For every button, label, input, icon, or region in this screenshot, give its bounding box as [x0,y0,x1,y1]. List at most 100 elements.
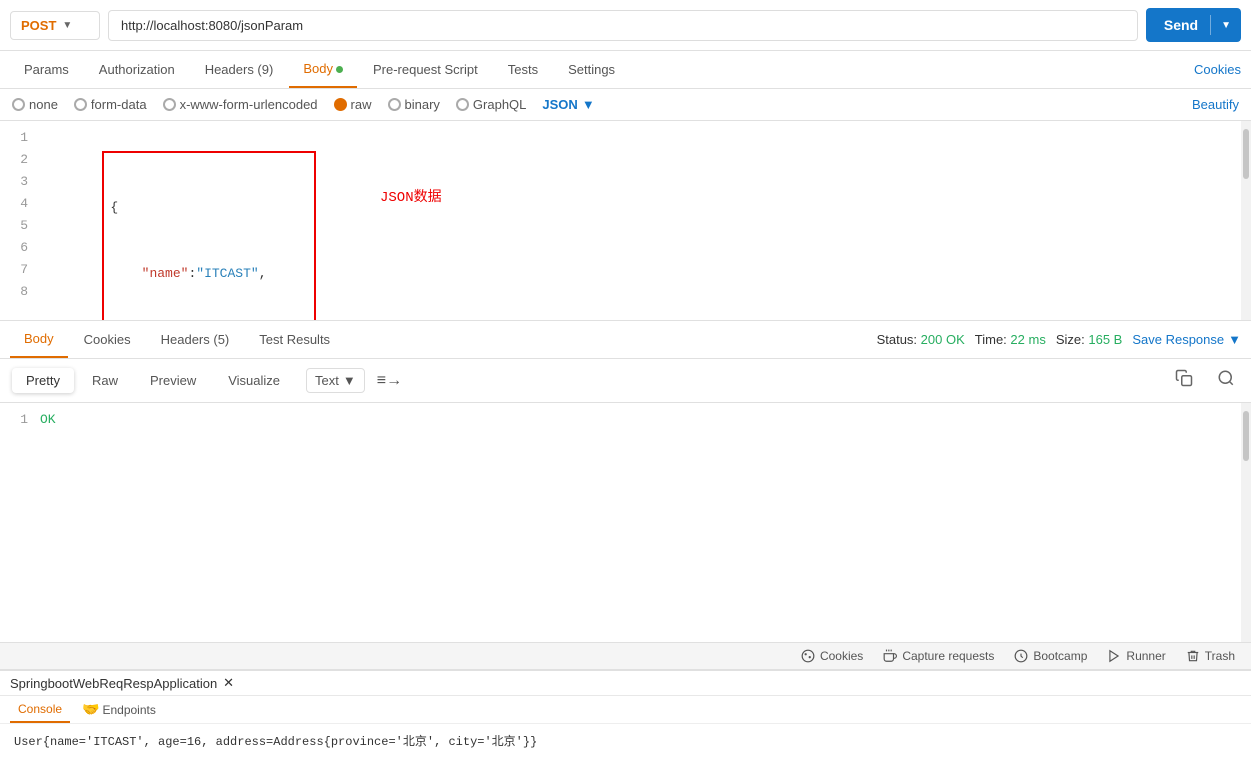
save-response-label: Save Response [1132,332,1224,347]
json-chevron-icon: ▼ [582,97,595,112]
resp-scrollbar[interactable] [1241,403,1251,642]
radio-raw-label: raw [351,97,372,112]
url-input[interactable] [108,10,1138,41]
format-pretty[interactable]: Pretty [12,368,74,393]
tab-tests[interactable]: Tests [494,52,552,87]
size-value: 165 B [1088,332,1122,347]
format-visualize[interactable]: Visualize [214,368,294,393]
send-label: Send [1164,17,1210,33]
bottom-runner[interactable]: Runner [1107,649,1165,663]
send-button[interactable]: Send ▼ [1146,8,1241,42]
cookies-link[interactable]: Cookies [1194,62,1241,77]
radio-form-data-circle [74,98,87,111]
endpoints-label: Endpoints [102,703,155,717]
json-code-box: { "name":"ITCAST", "age":16, "address":{… [102,151,316,321]
bottom-bootcamp[interactable]: Bootcamp [1014,649,1087,663]
response-tabs-bar: Body Cookies Headers (5) Test Results St… [0,321,1251,359]
request-tabs-bar: Params Authorization Headers (9) Body Pr… [0,51,1251,89]
format-preview[interactable]: Preview [136,368,210,393]
json-annotation-label: JSON数据 [380,187,442,209]
response-format-bar: Pretty Raw Preview Visualize Text ▼ ≡→ [0,359,1251,403]
top-bar: POST ▼ Send ▼ [0,0,1251,51]
method-chevron-icon: ▼ [62,20,72,31]
radio-urlencoded-circle [163,98,176,111]
status-label: Status: 200 OK [877,332,965,347]
resp-content: OK [40,409,56,431]
bottom-trash-label: Trash [1205,649,1235,663]
console-tab-endpoints[interactable]: 🤝 Endpoints [74,696,164,723]
bottom-runner-label: Runner [1126,649,1165,663]
radio-graphql-label: GraphQL [473,97,526,112]
response-tab-body[interactable]: Body [10,321,68,358]
editor-scrollbar[interactable] [1241,121,1251,320]
code-editor[interactable]: 12345678 { "name":"ITCAST", "age":16, "a… [0,121,1251,321]
status-value: 200 OK [921,332,965,347]
bottom-capture-label: Capture requests [902,649,994,663]
json-label: JSON [542,97,577,112]
tab-body[interactable]: Body [289,51,357,88]
tab-headers[interactable]: Headers (9) [191,52,288,87]
bottom-bootcamp-label: Bootcamp [1033,649,1087,663]
bottom-cookies-label: Cookies [820,649,863,663]
search-icon[interactable] [1213,365,1239,396]
radio-none-circle [12,98,25,111]
text-type-select[interactable]: Text ▼ [306,368,365,393]
resp-ok-text: OK [40,409,56,431]
app-close-icon[interactable]: ✕ [223,675,234,691]
text-chevron-icon: ▼ [343,373,356,388]
bottom-trash[interactable]: Trash [1186,649,1235,663]
resp-scrollbar-thumb[interactable] [1243,411,1249,461]
code-lines: 12345678 { "name":"ITCAST", "age":16, "a… [0,121,1251,321]
radio-urlencoded[interactable]: x-www-form-urlencoded [163,97,318,112]
save-response-button[interactable]: Save Response ▼ [1132,332,1241,347]
console-app-row: SpringbootWebReqRespApplication ✕ [0,671,1251,696]
radio-graphql[interactable]: GraphQL [456,97,526,112]
radio-none[interactable]: none [12,97,58,112]
time-value: 22 ms [1010,332,1045,347]
radio-form-data[interactable]: form-data [74,97,147,112]
send-arrow-icon[interactable]: ▼ [1211,20,1241,31]
wrap-icon[interactable]: ≡→ [377,372,402,390]
code-content[interactable]: { "name":"ITCAST", "age":16, "address":{… [40,127,1251,321]
response-lines: 1 OK [0,403,1251,437]
response-tab-headers[interactable]: Headers (5) [147,322,244,357]
size-label: Size: 165 B [1056,332,1123,347]
console-output: User{name='ITCAST', age=16, address=Addr… [0,723,1251,757]
response-tab-cookies[interactable]: Cookies [70,322,145,357]
format-raw[interactable]: Raw [78,368,132,393]
editor-scrollbar-thumb[interactable] [1243,129,1249,179]
beautify-link[interactable]: Beautify [1192,97,1239,112]
body-active-dot [336,66,343,73]
method-value: POST [21,18,56,33]
time-label: Time: 22 ms [975,332,1046,347]
body-type-bar: none form-data x-www-form-urlencoded raw… [0,89,1251,121]
tab-prerequest[interactable]: Pre-request Script [359,52,492,87]
line-numbers: 12345678 [0,127,40,321]
radio-binary[interactable]: binary [388,97,440,112]
tab-settings[interactable]: Settings [554,52,629,87]
method-selector[interactable]: POST ▼ [10,11,100,40]
text-label: Text [315,373,339,388]
response-tab-testresults[interactable]: Test Results [245,322,344,357]
bottom-bar: Cookies Capture requests Bootcamp Runner… [0,642,1251,669]
console-output-text: User{name='ITCAST', age=16, address=Addr… [14,735,537,749]
console-tab-console[interactable]: Console [10,697,70,723]
status-info: Status: 200 OK Time: 22 ms Size: 165 B S… [877,332,1241,347]
console-tabs-row: Console 🤝 Endpoints [0,696,1251,723]
radio-none-label: none [29,97,58,112]
app-name-label: SpringbootWebReqRespApplication [10,676,217,691]
response-section: Body Cookies Headers (5) Test Results St… [0,321,1251,642]
copy-icon[interactable] [1171,365,1197,396]
bottom-capture[interactable]: Capture requests [883,649,994,663]
radio-form-data-label: form-data [91,97,147,112]
radio-graphql-circle [456,98,469,111]
json-type-select[interactable]: JSON ▼ [542,97,594,112]
console-bar: SpringbootWebReqRespApplication ✕ Consol… [0,669,1251,757]
tab-params[interactable]: Params [10,52,83,87]
bottom-cookies[interactable]: Cookies [801,649,863,663]
radio-urlencoded-label: x-www-form-urlencoded [180,97,318,112]
radio-raw[interactable]: raw [334,97,372,112]
tab-authorization[interactable]: Authorization [85,52,189,87]
response-body: 1 OK [0,403,1251,642]
radio-raw-circle [334,98,347,111]
